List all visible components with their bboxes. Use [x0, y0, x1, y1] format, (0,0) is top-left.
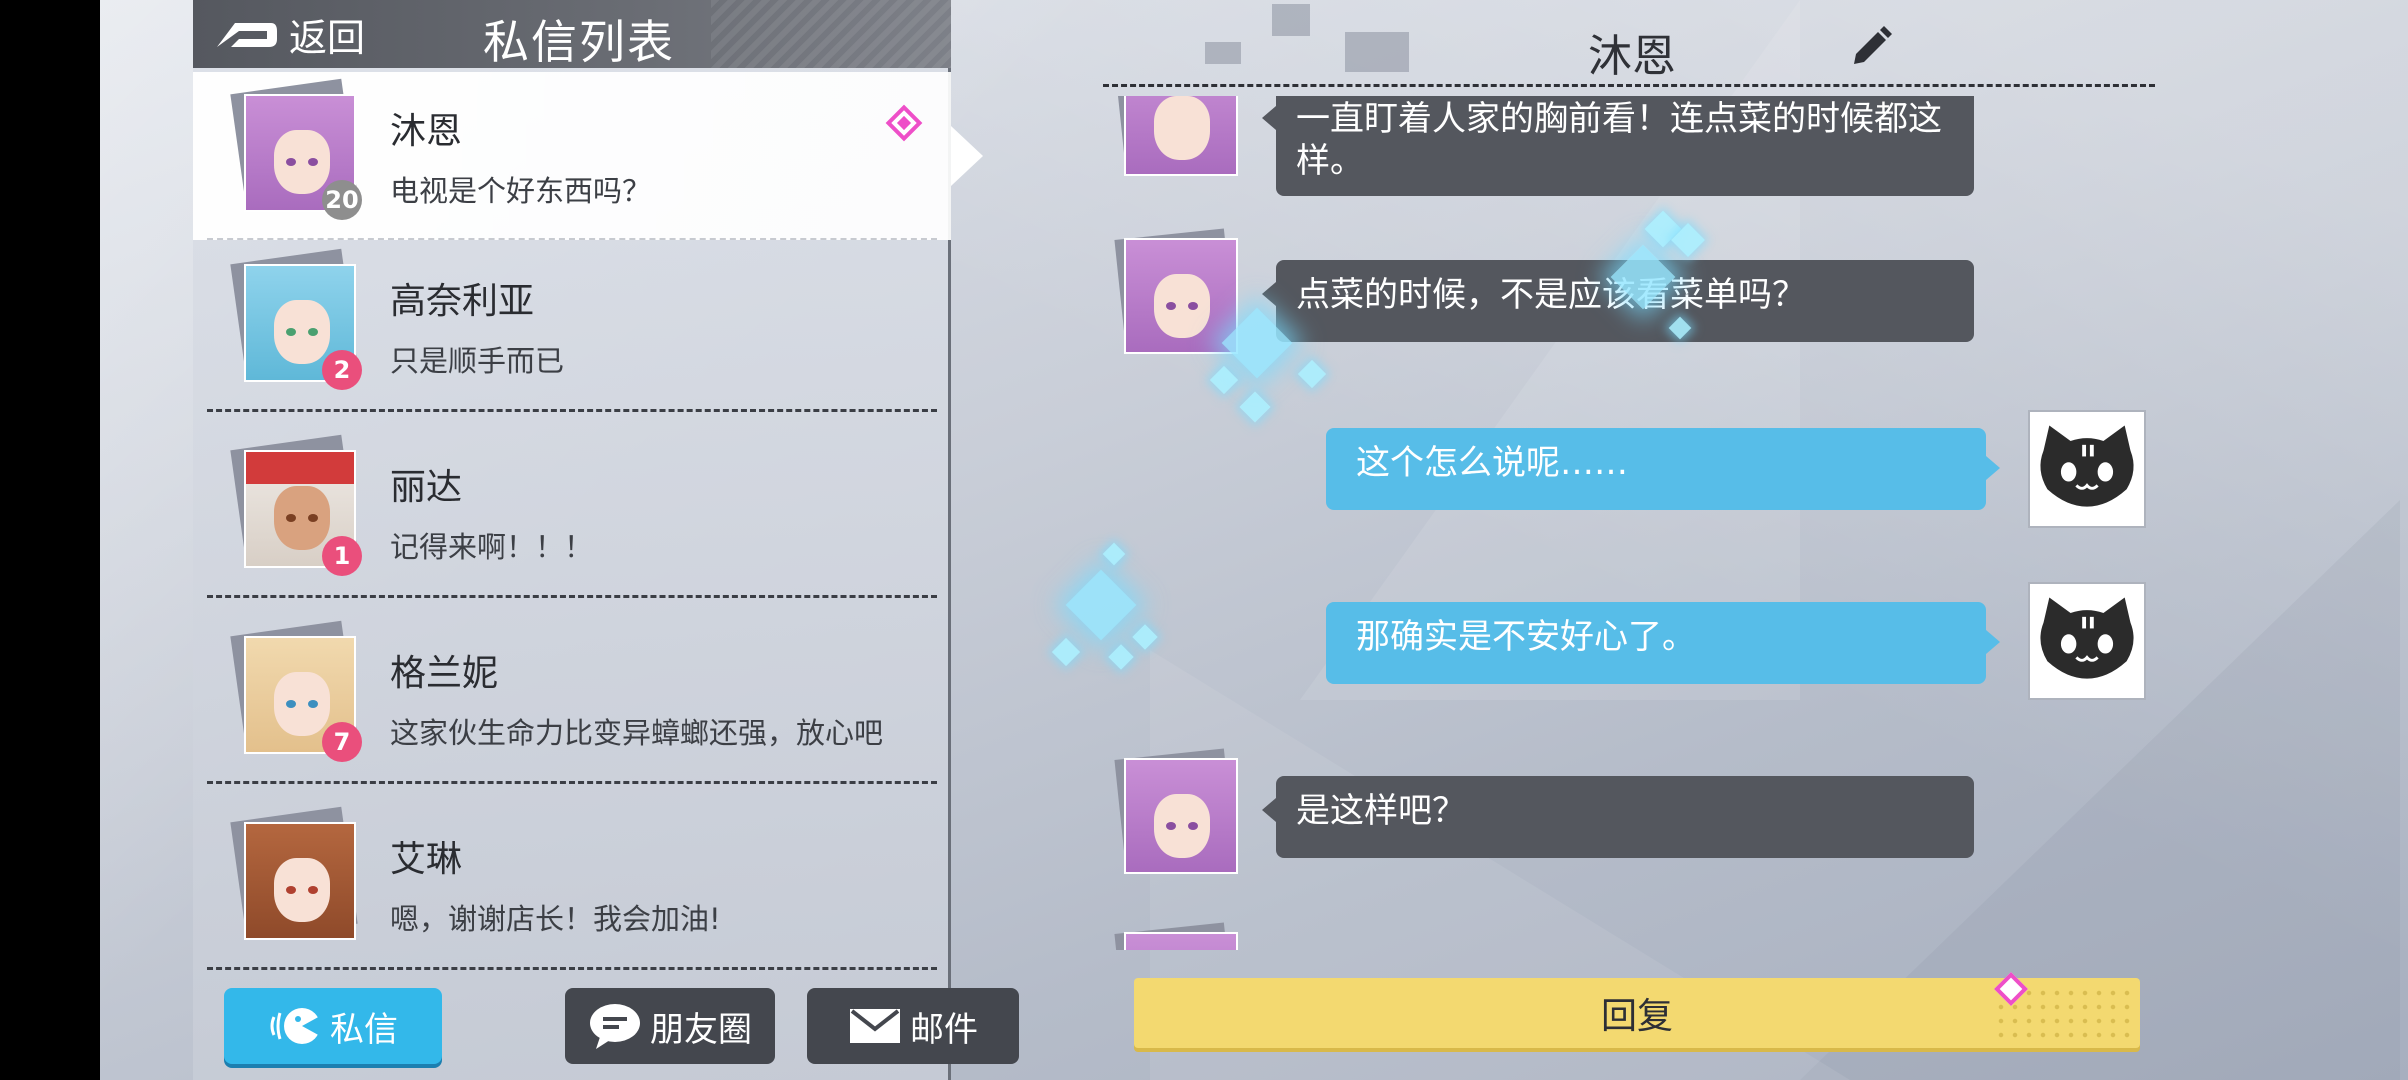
avatar: 2: [230, 248, 362, 390]
conversation-panel: 返回 私信列表 20 沐恩 电视是个好东西吗？ 2 高奈利亚 只是顺手而已 1 …: [193, 0, 1019, 1080]
conversation-item[interactable]: 20 沐恩 电视是个好东西吗？: [193, 72, 951, 240]
page-title: 私信列表: [483, 15, 675, 69]
cat-face-icon: [2040, 597, 2134, 679]
diamond-marker-icon: [885, 104, 923, 142]
active-item-pointer: [951, 126, 983, 186]
message-text: 一直盯着人家的胸前看！连点菜的时候都这: [1296, 99, 1942, 139]
unread-count-badge: 2: [322, 350, 362, 390]
message-bubble: 一直盯着人家的胸前看！连点菜的时候都这 样。: [1262, 96, 1974, 196]
decoration: [1345, 32, 1409, 72]
avatar: [1114, 228, 1238, 354]
chat-bubble-icon: [270, 1008, 322, 1044]
tab-moments[interactable]: 朋友圈: [565, 988, 775, 1064]
panel-header: 返回 私信列表: [193, 0, 951, 69]
message-text: 是这样吧？: [1296, 791, 1466, 831]
edit-pencil-icon[interactable]: [1850, 24, 1892, 66]
chat-message-list: 一直盯着人家的胸前看！连点菜的时候都这 样。 点菜的时候，不是应该看菜单吗？ 这…: [1100, 96, 2160, 950]
conversation-name: 艾琳: [390, 839, 463, 880]
header-decoration: [711, 0, 951, 68]
conversation-preview: 嗯，谢谢店长！我会加油!: [390, 902, 721, 936]
message-text: 这个怎么说呢……: [1356, 443, 1628, 483]
conversation-name: 格兰妮: [390, 653, 499, 694]
avatar: [1114, 922, 1238, 950]
conversation-name: 沐恩: [390, 111, 463, 152]
avatar: [1114, 96, 1238, 176]
tab-label: 朋友圈: [650, 1009, 752, 1050]
cat-avatar: [2028, 410, 2146, 528]
mail-icon: [850, 1009, 900, 1043]
tab-label: 私信: [330, 1009, 398, 1050]
back-button[interactable]: 返回: [213, 8, 365, 60]
conversation-preview: 电视是个好东西吗？: [390, 174, 652, 208]
cat-avatar: [2028, 582, 2146, 700]
message-text: 那确实是不安好心了。: [1356, 617, 1696, 657]
avatar: 7: [230, 620, 362, 762]
decoration: [1272, 4, 1310, 36]
avatar: 20: [230, 78, 362, 220]
conversation-item[interactable]: 2 高奈利亚 只是顺手而已: [193, 242, 951, 412]
reply-label: 回复: [1600, 996, 1673, 1037]
message-bubble: 是这样吧？: [1262, 776, 1974, 858]
unread-count-badge: 1: [322, 536, 362, 576]
conversation-preview: 这家伙生命力比变异蟑螂还强，放心吧: [390, 716, 884, 750]
chat-title: 沐恩: [1588, 31, 1676, 82]
unread-count-badge: 7: [322, 722, 362, 762]
unread-count-badge: 20: [322, 180, 362, 220]
decoration: [1205, 42, 1241, 64]
message-bubble: 这个怎么说呢……: [1326, 428, 2000, 510]
reply-button[interactable]: 回复: [1134, 978, 2140, 1048]
conversation-item[interactable]: 艾琳 嗯，谢谢店长！我会加油!: [193, 800, 951, 970]
back-arrow-icon: [217, 23, 277, 47]
avatar: [1114, 748, 1238, 874]
avatar: [230, 806, 358, 944]
message-text: 点菜的时候，不是应该看菜单吗？: [1296, 275, 1806, 315]
tab-private-message[interactable]: 私信: [224, 988, 442, 1064]
conversation-item[interactable]: 7 格兰妮 这家伙生命力比变异蟑螂还强，放心吧: [193, 614, 951, 784]
tab-mail[interactable]: 邮件: [807, 988, 1019, 1064]
bottom-tabbar: 私信 朋友圈 邮件: [193, 984, 1019, 1070]
chat-header-divider: [1103, 84, 2155, 87]
conversation-list: 20 沐恩 电视是个好东西吗？ 2 高奈利亚 只是顺手而已 1 丽达 记得来啊！…: [193, 72, 951, 970]
conversation-item[interactable]: 1 丽达 记得来啊！！！: [193, 428, 951, 598]
avatar: 1: [230, 434, 362, 576]
conversation-name: 高奈利亚: [390, 281, 535, 322]
back-label: 返回: [289, 15, 366, 60]
conversation-preview: 记得来啊！！！: [390, 530, 594, 564]
conversation-preview: 只是顺手而已: [390, 344, 565, 378]
cat-face-icon: [2040, 425, 2134, 507]
chat-bubble-icon: [590, 1004, 640, 1049]
conversation-name: 丽达: [390, 467, 463, 508]
message-bubble: 那确实是不安好心了。: [1326, 602, 2000, 684]
tab-label: 邮件: [910, 1009, 978, 1050]
message-text: 样。: [1296, 141, 1364, 181]
